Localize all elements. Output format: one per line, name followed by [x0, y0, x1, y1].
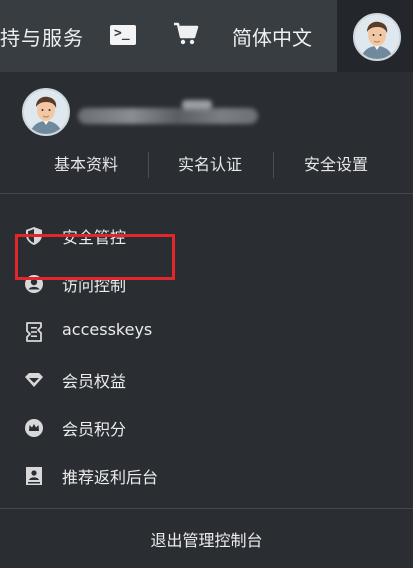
- menu-item-label: accesskeys: [62, 320, 153, 339]
- menu-item-accesskeys[interactable]: accesskeys: [0, 316, 413, 346]
- section-divider: [0, 508, 413, 509]
- menu-item-referral-dashboard[interactable]: 推荐返利后台: [0, 460, 413, 490]
- cart-icon[interactable]: [173, 22, 199, 50]
- language-selector[interactable]: 简体中文: [232, 22, 312, 51]
- menu-item-member-benefits[interactable]: 会员权益: [0, 364, 413, 394]
- terminal-icon-glyph: >_: [114, 26, 130, 41]
- tab-divider: [148, 152, 149, 178]
- username-redacted: [78, 108, 258, 124]
- tab-basic-info[interactable]: 基本资料: [38, 148, 134, 182]
- crown-circle-icon: [24, 418, 44, 438]
- tab-divider: [273, 152, 274, 178]
- diamond-icon: [24, 370, 44, 390]
- account-tabs: 基本资料 实名认证 安全设置: [0, 148, 413, 182]
- annotation-highlight-box: [15, 234, 175, 280]
- menu-item-label: 会员权益: [62, 372, 127, 391]
- menu-item-label: 推荐返利后台: [62, 468, 159, 487]
- referral-icon: [24, 466, 44, 486]
- username-redacted-fragment: [182, 100, 212, 110]
- account-avatar-button[interactable]: [337, 0, 413, 72]
- tab-security-settings[interactable]: 安全设置: [288, 148, 384, 182]
- key-document-icon: [24, 322, 44, 342]
- tab-real-name-auth[interactable]: 实名认证: [162, 148, 258, 182]
- menu-item-label: 会员积分: [62, 420, 127, 439]
- user-avatar: [22, 88, 70, 136]
- section-divider: [0, 193, 413, 194]
- terminal-icon[interactable]: >_: [110, 25, 136, 45]
- top-nav-bar: 持与服务 >_ 简体中文: [0, 0, 413, 72]
- account-dropdown-panel: 基本资料 实名认证 安全设置 安全管控 访问控制 accesskeys 会员权益…: [0, 72, 413, 568]
- avatar: [353, 13, 401, 61]
- menu-item-member-points[interactable]: 会员积分: [0, 412, 413, 442]
- logout-button[interactable]: 退出管理控制台: [0, 527, 413, 551]
- nav-item-products-services[interactable]: 持与服务: [0, 22, 84, 51]
